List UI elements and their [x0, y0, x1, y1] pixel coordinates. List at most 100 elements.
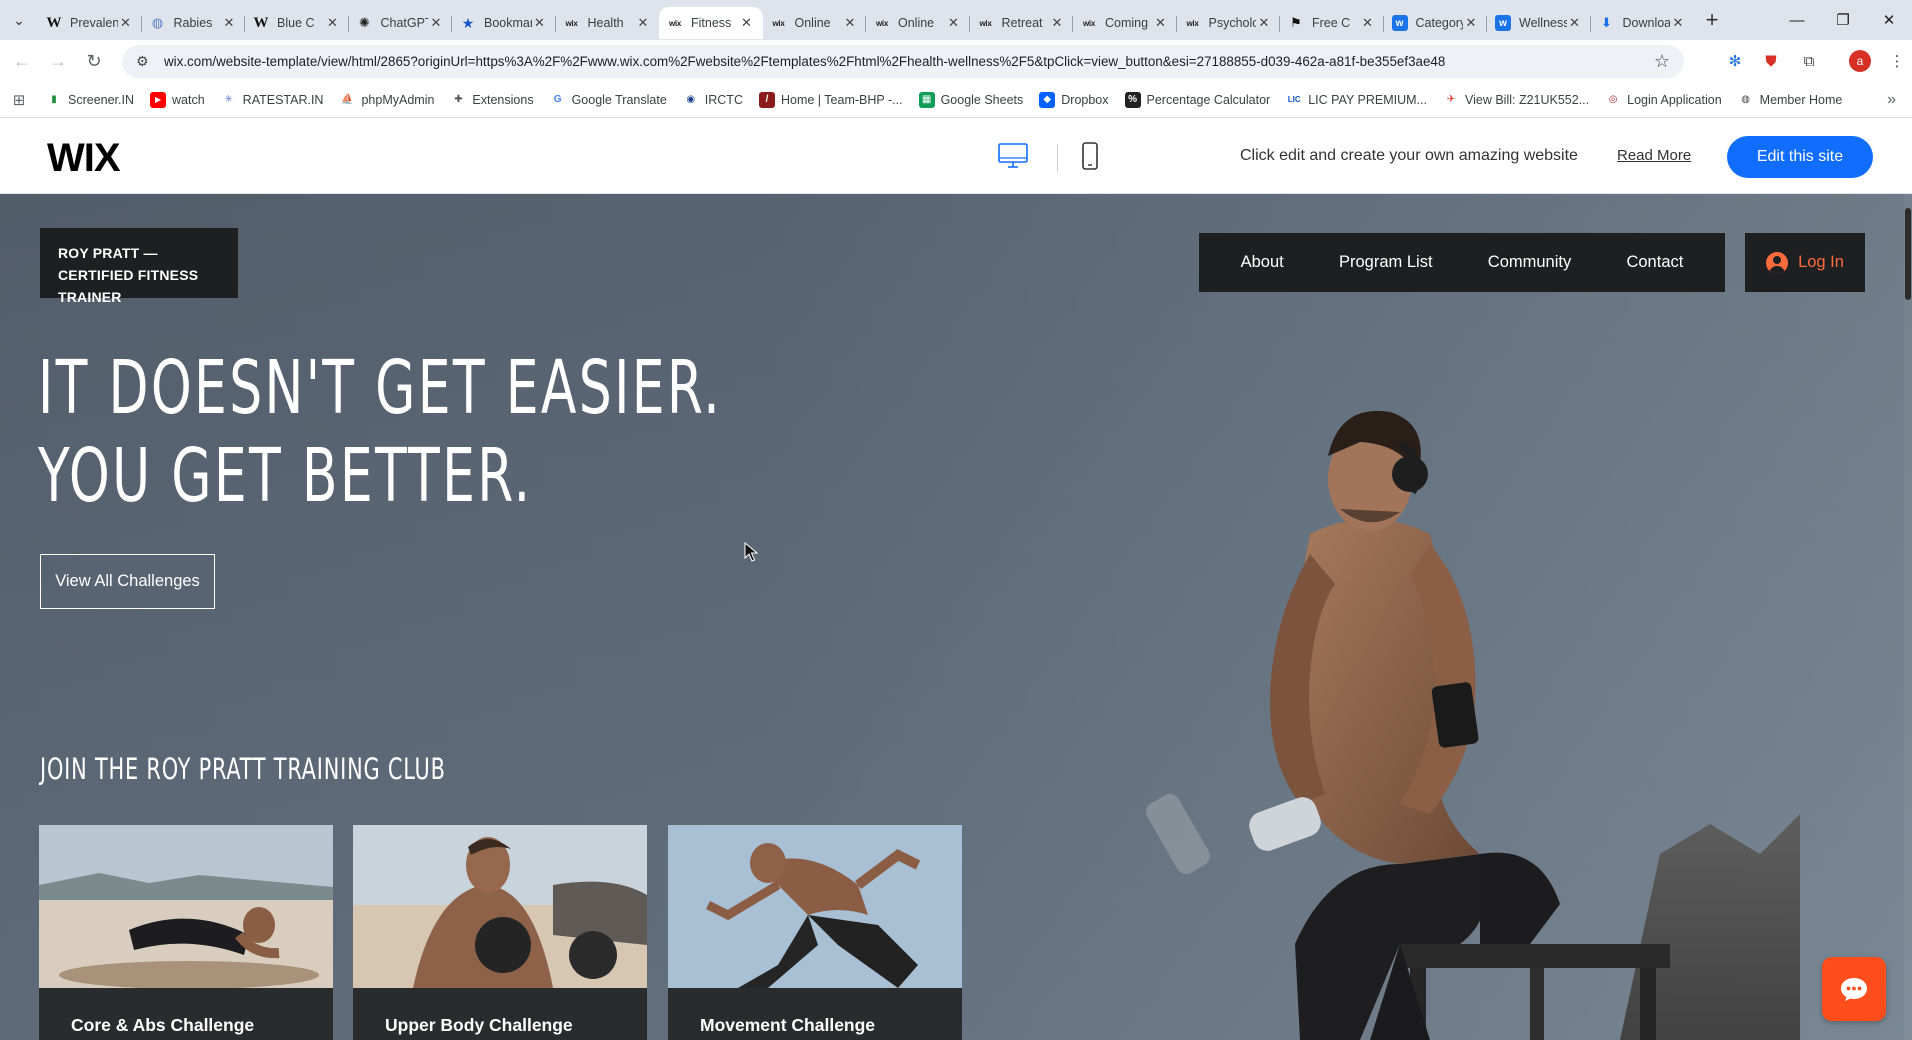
bookmark-item[interactable]: G Google Translate — [542, 92, 675, 108]
bookmark-item[interactable]: ▶ watch — [142, 91, 213, 108]
browser-tab[interactable]: ◍ Rabies ✕ — [142, 7, 246, 39]
user-avatar-icon — [1766, 251, 1789, 274]
movement-image — [668, 825, 962, 988]
close-tab-icon[interactable]: ✕ — [532, 15, 548, 31]
forward-button[interactable]: → — [40, 43, 76, 79]
tab-search-button[interactable]: ⌄ — [0, 0, 38, 40]
close-tab-icon[interactable]: ✕ — [842, 15, 858, 31]
mobile-view-icon[interactable] — [1081, 142, 1099, 170]
close-tab-icon[interactable]: ✕ — [1153, 15, 1169, 31]
nav-about[interactable]: About — [1241, 253, 1284, 272]
dropbox-icon: ◆ — [1039, 91, 1056, 108]
bookmark-item[interactable]: ◎ Login Application — [1597, 92, 1730, 108]
new-tab-button[interactable]: + — [1694, 7, 1730, 33]
minimize-icon[interactable]: — — [1774, 0, 1820, 40]
bookmark-item[interactable]: % Percentage Calculator — [1117, 91, 1279, 108]
sparkle-icon: ✳ — [224, 94, 233, 105]
challenge-card[interactable]: Core & Abs Challenge — [39, 825, 333, 1040]
club-heading: JOIN THE ROY PRATT TRAINING CLUB — [40, 752, 446, 786]
challenge-card[interactable]: Upper Body Challenge — [353, 825, 647, 1040]
read-more-link[interactable]: Read More — [1617, 147, 1691, 164]
close-tab-icon[interactable]: ✕ — [118, 15, 134, 31]
close-tab-icon[interactable]: ✕ — [1567, 15, 1583, 31]
scroll-thumb[interactable] — [1905, 208, 1911, 300]
close-tab-icon[interactable]: ✕ — [428, 15, 444, 31]
puzzle-icon[interactable]: ⧉ — [1794, 46, 1824, 76]
browser-tab[interactable]: w Category ✕ — [1384, 7, 1488, 39]
chat-button[interactable] — [1822, 957, 1886, 1021]
brand-line-2: CERTIFIED FITNESS TRAINER — [58, 267, 199, 305]
browser-tab[interactable]: wix Online ✕ — [866, 7, 970, 39]
close-tab-icon[interactable]: ✕ — [635, 15, 651, 31]
bookmark-item[interactable]: ✚ Extensions — [442, 92, 541, 108]
address-bar[interactable]: ⚙ wix.com/website-template/view/html/286… — [122, 45, 1684, 78]
reload-button[interactable]: ↻ — [76, 43, 112, 79]
close-tab-icon[interactable]: ✕ — [1670, 15, 1686, 31]
close-tab-icon[interactable]: ✕ — [221, 15, 237, 31]
view-all-challenges-button[interactable]: View All Challenges — [40, 554, 215, 609]
nav-program-list[interactable]: Program List — [1339, 253, 1433, 272]
chart-icon: ▮ — [51, 94, 57, 105]
card-title: Upper Body Challenge — [385, 1015, 573, 1035]
browser-tab[interactable]: ✺ ChatGPT ✕ — [349, 7, 453, 39]
shield-icon[interactable]: ⛊ — [1756, 46, 1786, 76]
url-text[interactable]: wix.com/website-template/view/html/2865?… — [164, 54, 1445, 69]
bookmark-item[interactable]: ▦ Google Sheets — [911, 91, 1032, 108]
browser-tab[interactable]: WPrevalence✕ — [38, 7, 142, 39]
browser-tab[interactable]: W Blue C ✕ — [245, 7, 349, 39]
extension-icon[interactable]: ✻ — [1720, 46, 1750, 76]
bookmark-item[interactable]: ⛵ phpMyAdmin — [331, 92, 442, 108]
wix-icon: wix — [772, 18, 785, 28]
close-tab-icon[interactable]: ✕ — [1256, 15, 1272, 31]
site-brand-logo[interactable]: ROY PRATT — CERTIFIED FITNESS TRAINER — [40, 228, 238, 305]
browser-tab[interactable]: ⬇Download✕ — [1591, 7, 1695, 39]
challenge-card[interactable]: Movement Challenge — [668, 825, 962, 1040]
bookmark-item[interactable]: ◆ Dropbox — [1031, 91, 1116, 108]
restore-icon[interactable]: ❐ — [1820, 0, 1866, 40]
back-button[interactable]: ← — [4, 43, 40, 79]
login-button[interactable]: Log In — [1745, 233, 1865, 292]
bookmarks-overflow-icon[interactable]: » — [1887, 91, 1896, 109]
close-tab-icon[interactable]: ✕ — [946, 15, 962, 31]
site-info-icon[interactable]: ⚙ — [136, 53, 158, 70]
desktop-view-icon[interactable] — [998, 142, 1028, 170]
browser-tab-active[interactable]: wix Fitness ✕ — [659, 7, 763, 39]
sheets-icon: ▦ — [918, 91, 935, 108]
wix-logo[interactable]: WIX — [47, 136, 121, 181]
bookmark-item[interactable]: ◉ IRCTC — [675, 92, 751, 108]
chat-bubble-icon — [1841, 978, 1867, 1001]
bookmark-item[interactable]: ◍ Member Home — [1730, 92, 1851, 108]
edit-site-button[interactable]: Edit this site — [1727, 136, 1873, 178]
page-scrollbar[interactable] — [1904, 194, 1912, 1040]
browser-tab[interactable]: w Wellness ✕ — [1487, 7, 1591, 39]
browser-tab[interactable]: wix Retreat ✕ — [970, 7, 1074, 39]
close-tab-icon[interactable]: ✕ — [1360, 15, 1376, 31]
apps-grid-icon[interactable]: ⊞ — [0, 91, 38, 109]
bookmark-item[interactable]: ✳ RATESTAR.IN — [213, 92, 332, 108]
close-tab-icon[interactable]: ✕ — [1463, 15, 1479, 31]
browser-tab[interactable]: wix Coming ✕ — [1073, 7, 1177, 39]
close-tab-icon[interactable]: ✕ — [739, 15, 755, 31]
globe-icon: ◍ — [1741, 94, 1751, 105]
device-divider — [1057, 144, 1058, 172]
bookmark-item[interactable]: LIC LIC PAY PREMIUM... — [1278, 92, 1435, 108]
browser-tab[interactable]: ⚑ Free C ✕ — [1280, 7, 1384, 39]
browser-tab[interactable]: ★Bookmarks✕ — [452, 7, 556, 39]
bookmark-item[interactable]: ▮ Screener.IN — [38, 92, 142, 108]
menu-kebab-icon[interactable]: ⋮ — [1882, 46, 1912, 76]
close-tab-icon[interactable]: ✕ — [325, 15, 341, 31]
browser-tab[interactable]: wix Health ✕ — [556, 7, 660, 39]
profile-button[interactable]: a — [1845, 46, 1875, 76]
browser-tab[interactable]: wixPsychology✕ — [1177, 7, 1281, 39]
nav-community[interactable]: Community — [1488, 253, 1571, 272]
bookmark-item[interactable]: / Home | Team-BHP -... — [751, 91, 911, 108]
close-tab-icon[interactable]: ✕ — [1049, 15, 1065, 31]
bookmark-item[interactable]: ✈ View Bill: Z21UK552... — [1435, 92, 1597, 108]
bookmark-star-icon[interactable]: ☆ — [1654, 51, 1670, 72]
wikipedia-icon: W — [253, 14, 269, 31]
avatar: a — [1849, 50, 1871, 72]
tab-list: WPrevalence✕ ◍Rabies✕ WBlue C✕ ✺ChatGPT✕… — [38, 0, 1694, 40]
close-window-icon[interactable]: ✕ — [1866, 0, 1912, 40]
nav-contact[interactable]: Contact — [1626, 253, 1683, 272]
browser-tab[interactable]: wix Online ✕ — [763, 7, 867, 39]
